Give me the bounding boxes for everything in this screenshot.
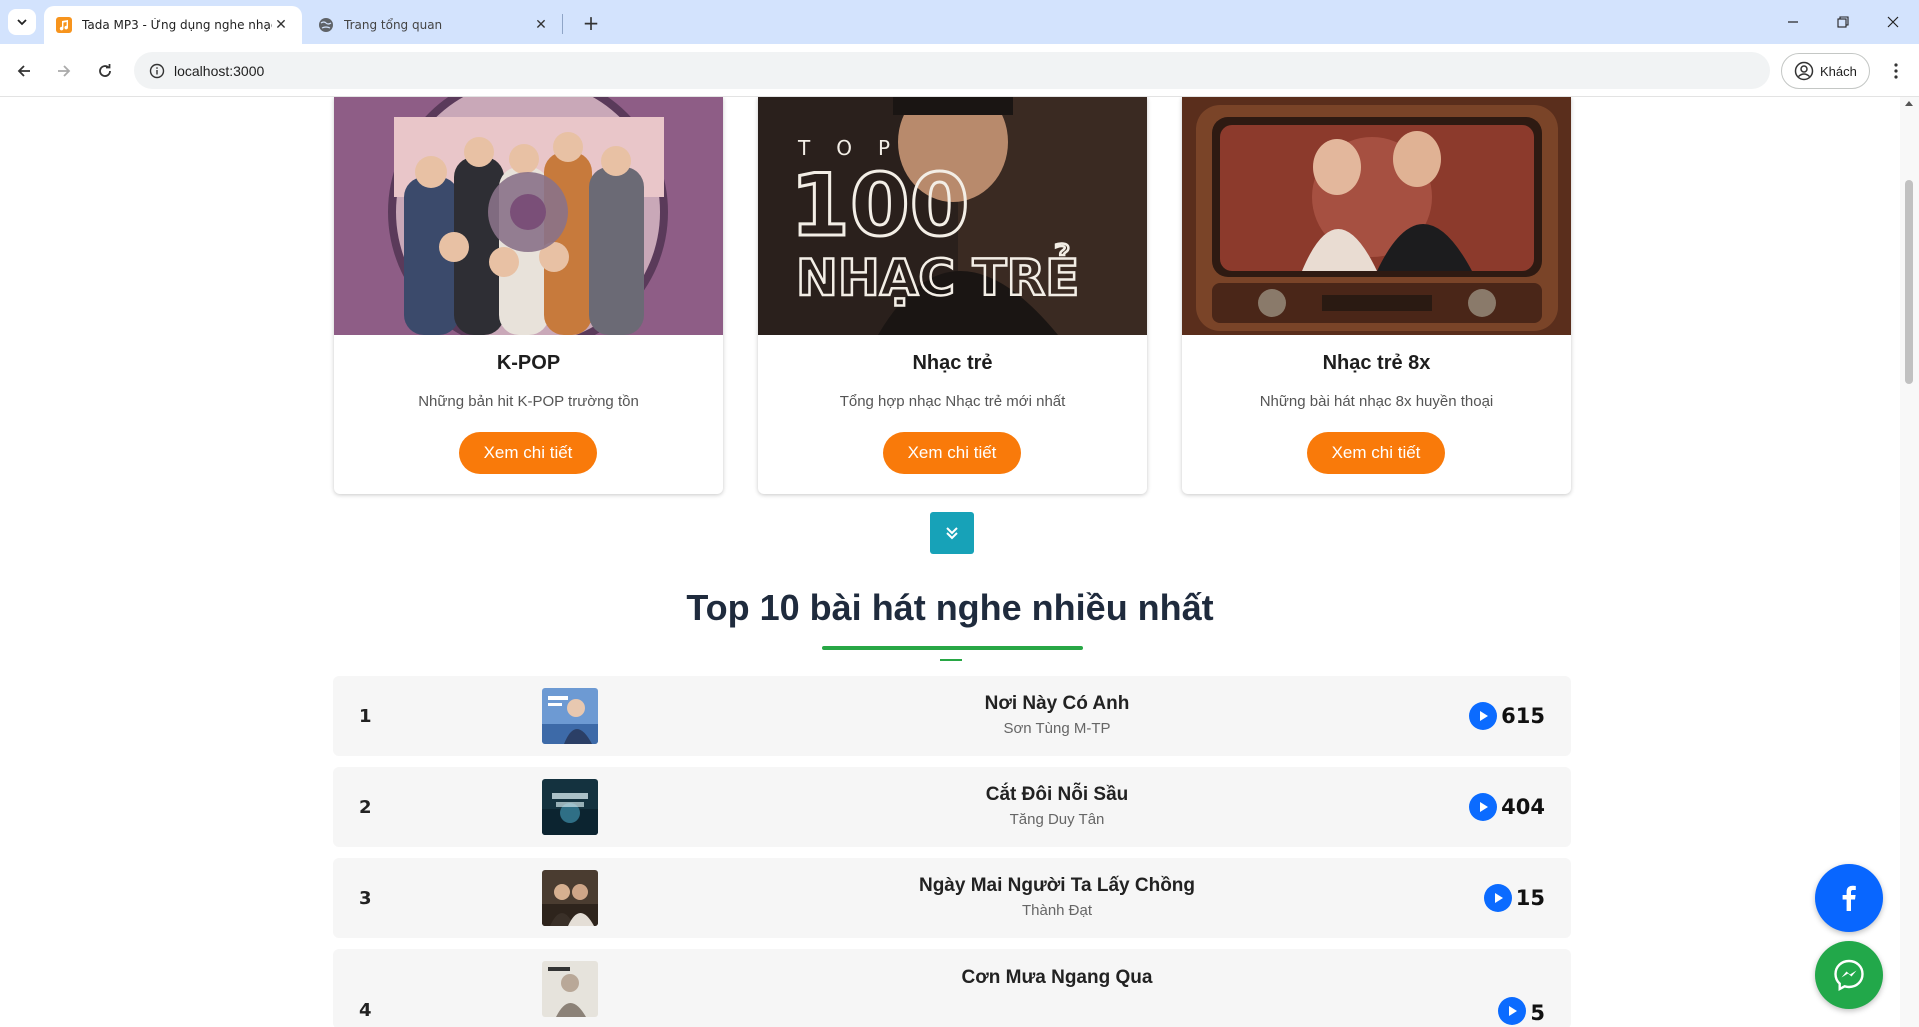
playlist-cover-nhac-tre[interactable]: TOP 100 NHẠC TRẺ bbox=[758, 97, 1147, 335]
restore-button[interactable] bbox=[1820, 8, 1866, 36]
song-rank: 1 bbox=[359, 705, 372, 727]
playlist-title: Nhạc trẻ bbox=[912, 352, 993, 374]
playlist-description: Tổng hợp nhạc Nhạc trẻ mới nhất bbox=[839, 393, 1066, 410]
play-circle-icon[interactable] bbox=[1469, 793, 1498, 821]
song-row[interactable]: 3 Ngày Mai Người Ta Lấy Chồng Thành Đạt … bbox=[333, 858, 1571, 938]
restore-icon bbox=[1837, 16, 1849, 28]
song-play-count: 615 bbox=[1469, 676, 1545, 756]
tab-search-button[interactable] bbox=[8, 9, 36, 35]
scrollbar-thumb[interactable] bbox=[1905, 180, 1913, 384]
playlist-description: Những bản hit K-POP trường tồn bbox=[418, 393, 639, 410]
profile-button[interactable]: Khách bbox=[1781, 53, 1870, 89]
song-rank: 2 bbox=[359, 796, 372, 818]
double-chevron-down-icon bbox=[946, 527, 958, 540]
facebook-icon bbox=[1842, 885, 1856, 911]
show-more-button[interactable] bbox=[930, 512, 974, 554]
tab-tada-mp3[interactable]: Tada MP3 - Ứng dụng nghe nhạc trực tuyến… bbox=[44, 6, 302, 44]
new-tab-button[interactable]: + bbox=[578, 10, 604, 36]
song-name[interactable]: Ngày Mai Người Ta Lấy Chồng bbox=[333, 875, 1781, 897]
browser-menu-button[interactable] bbox=[1884, 58, 1908, 84]
arrow-right-icon bbox=[58, 65, 71, 77]
play-count-value: 5 bbox=[1530, 1001, 1545, 1025]
url-text[interactable]: localhost:3000 bbox=[174, 63, 264, 79]
song-artist: Sơn Tùng M-TP bbox=[1003, 720, 1111, 737]
heading-underline bbox=[822, 646, 1083, 650]
view-details-button[interactable]: Xem chi tiết bbox=[1307, 432, 1445, 474]
reload-button[interactable] bbox=[91, 57, 119, 85]
song-row[interactable]: 2 Cắt Đôi Nỗi Sầu Tăng Duy Tân 404 bbox=[333, 767, 1571, 847]
tab-close-icon[interactable]: ✕ bbox=[272, 16, 290, 34]
close-window-button[interactable] bbox=[1870, 8, 1916, 36]
browser-toolbar: localhost:3000 Khách bbox=[0, 44, 1919, 97]
playlist-title: K-POP bbox=[496, 352, 561, 374]
messenger-button[interactable] bbox=[1815, 941, 1883, 1009]
cover-text-number: 100 bbox=[790, 156, 970, 256]
tab-separator bbox=[562, 14, 563, 34]
play-circle-icon[interactable] bbox=[1498, 997, 1527, 1025]
song-play-count: 5 bbox=[1498, 949, 1545, 1025]
play-circle-icon[interactable] bbox=[1483, 884, 1512, 912]
song-row[interactable]: 4 Cơn Mưa Ngang Qua 5 bbox=[333, 949, 1571, 1027]
chevron-down-icon bbox=[17, 19, 27, 26]
reload-icon bbox=[99, 64, 111, 77]
profile-label: Khách bbox=[1820, 63, 1857, 79]
address-bar[interactable]: localhost:3000 bbox=[134, 52, 1770, 89]
kebab-icon bbox=[1894, 63, 1898, 79]
play-count-value: 404 bbox=[1501, 795, 1545, 819]
view-details-button[interactable]: Xem chi tiết bbox=[883, 432, 1021, 474]
playlist-description: Những bài hát nhạc 8x huyền thoại bbox=[1259, 393, 1494, 410]
top-songs-heading: Top 10 bài hát nghe nhiều nhất bbox=[686, 587, 1214, 628]
song-play-count: 404 bbox=[1469, 767, 1545, 847]
page-scrollbar[interactable] bbox=[1900, 97, 1919, 1027]
playlist-card-nhac-tre: TOP 100 NHẠC TRẺ Nhạc trẻ Tổng hợp nhạc … bbox=[758, 97, 1147, 494]
forward-button[interactable] bbox=[50, 57, 78, 85]
tab-dashboard[interactable]: Trang tổng quan ✕ bbox=[306, 6, 562, 44]
messenger-icon bbox=[1834, 959, 1864, 992]
info-icon[interactable] bbox=[140, 63, 174, 79]
account-circle-icon bbox=[1794, 61, 1814, 81]
song-artist: Thành Đạt bbox=[1021, 902, 1093, 919]
song-name[interactable]: Nơi Này Có Anh bbox=[333, 693, 1781, 715]
back-button[interactable] bbox=[10, 57, 38, 85]
arrow-left-icon bbox=[17, 65, 30, 77]
close-icon bbox=[1887, 16, 1899, 28]
play-circle-icon[interactable] bbox=[1469, 702, 1498, 730]
song-row[interactable]: 1 Nơi Này Có Anh Sơn Tùng M-TP 615 bbox=[333, 676, 1571, 756]
song-name[interactable]: Cơn Mưa Ngang Qua bbox=[333, 967, 1781, 989]
view-details-button[interactable]: Xem chi tiết bbox=[459, 432, 597, 474]
tab-close-icon[interactable]: ✕ bbox=[532, 16, 550, 34]
tab-title: Trang tổng quan bbox=[344, 18, 443, 32]
music-note-icon bbox=[56, 17, 72, 33]
playlist-card-nhac-tre-8x: Nhạc trẻ 8x Những bài hát nhạc 8x huyền … bbox=[1182, 97, 1571, 494]
scroll-up-arrow-icon[interactable] bbox=[1905, 101, 1913, 106]
facebook-button[interactable] bbox=[1815, 864, 1883, 932]
page-viewport: K-POP Những bản hit K-POP trường tồn Xem… bbox=[0, 97, 1900, 1027]
tab-title: Tada MP3 - Ứng dụng nghe nhạc trực tuyến bbox=[82, 18, 272, 32]
globe-icon bbox=[318, 17, 334, 33]
song-rank: 3 bbox=[359, 887, 372, 909]
browser-tab-bar: Tada MP3 - Ứng dụng nghe nhạc trực tuyến… bbox=[0, 0, 1919, 44]
play-count-value: 15 bbox=[1515, 886, 1545, 910]
song-name[interactable]: Cắt Đôi Nỗi Sầu bbox=[333, 784, 1781, 806]
song-play-count: 15 bbox=[1483, 858, 1545, 938]
playlist-title: Nhạc trẻ 8x bbox=[1322, 352, 1431, 374]
playlist-card-kpop: K-POP Những bản hit K-POP trường tồn Xem… bbox=[334, 97, 723, 494]
heading-underline-small bbox=[940, 659, 962, 661]
playlist-cover-nhac-tre-8x[interactable] bbox=[1182, 97, 1571, 335]
cover-text-bottom: NHẠC TRẺ bbox=[796, 243, 1079, 307]
play-count-value: 615 bbox=[1501, 704, 1545, 728]
minimize-button[interactable] bbox=[1770, 8, 1816, 36]
playlist-cover-kpop[interactable] bbox=[334, 97, 723, 335]
song-artist: Tăng Duy Tân bbox=[1009, 811, 1105, 828]
minimize-icon bbox=[1788, 21, 1798, 23]
